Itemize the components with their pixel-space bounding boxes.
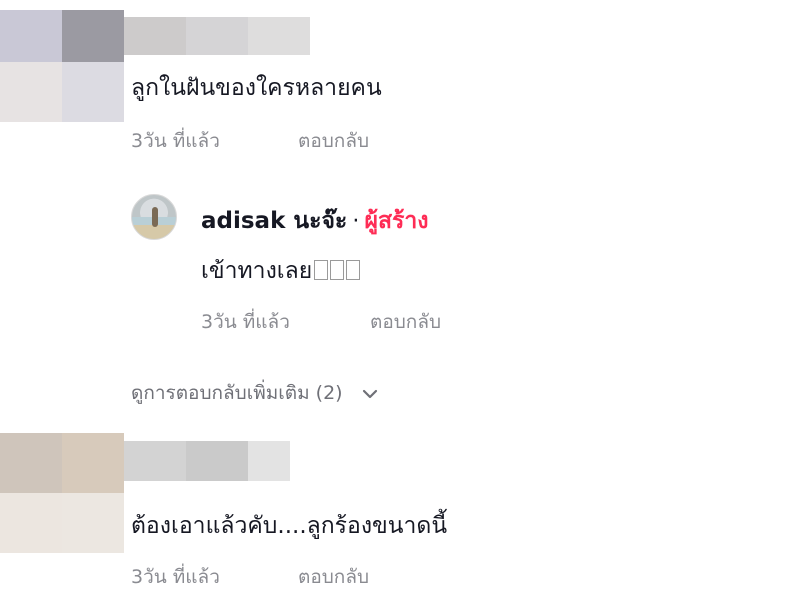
blurred-avatar[interactable] <box>0 10 124 122</box>
view-more-replies[interactable]: ดูการตอบกลับเพิ่มเติม (2) <box>131 378 379 408</box>
comment-timestamp: 3วัน ที่แล้ว <box>131 130 220 152</box>
reply-header: adisak นะจ๊ะ · ผู้สร้าง <box>201 203 429 239</box>
emoji-placeholder-icon <box>312 258 361 284</box>
comment-timestamp: 3วัน ที่แล้ว <box>131 566 220 588</box>
reply-button[interactable]: ตอบกลับ <box>298 126 369 156</box>
reply-timestamp: 3วัน ที่แล้ว <box>201 311 290 333</box>
chevron-down-icon <box>361 383 379 405</box>
comment-text: ลูกในฝันของใครหลายคน <box>131 75 382 101</box>
reply-text-content: เข้าทางเลย <box>201 258 313 284</box>
comment-text: ต้องเอาแล้วคับ....ลูกร้องขนาดนี้ <box>131 513 448 539</box>
creator-badge: ผู้สร้าง <box>364 208 429 234</box>
separator: · <box>352 209 360 234</box>
reply-button[interactable]: ตอบกลับ <box>298 562 369 592</box>
username[interactable]: adisak นะจ๊ะ <box>201 208 347 234</box>
view-more-label: ดูการตอบกลับเพิ่มเติม (2) <box>131 382 343 404</box>
blurred-username[interactable] <box>124 17 310 55</box>
blurred-username[interactable] <box>124 441 290 481</box>
blurred-avatar[interactable] <box>0 433 124 553</box>
reply-reply-button[interactable]: ตอบกลับ <box>370 307 441 337</box>
reply-text: เข้าทางเลย <box>201 253 361 289</box>
avatar[interactable] <box>131 194 177 240</box>
